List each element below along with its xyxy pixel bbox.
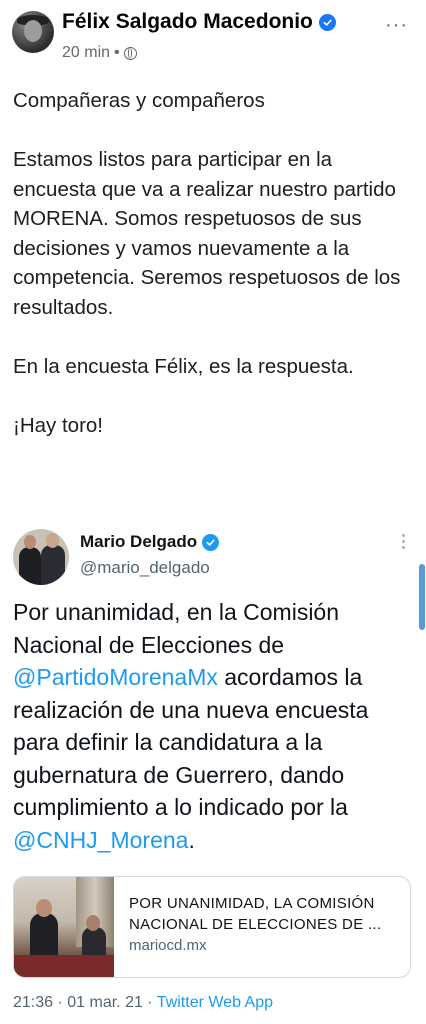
post-meta: 20 min •	[62, 44, 137, 62]
post-paragraph: ¡Hay toro!	[13, 413, 103, 437]
tweet-source-app[interactable]: Twitter Web App	[157, 994, 273, 1011]
post-body: Compañeras y compañeros Estamos listos p…	[13, 86, 417, 440]
embedded-tweet: Mario Delgado @mario_delgado Por unanimi…	[0, 520, 426, 1024]
tweet-author-name[interactable]: Mario Delgado	[80, 532, 197, 552]
card-title-line: POR UNANIMIDAD, LA COMISIÓN	[129, 895, 375, 912]
tweet-text: Por unanimidad, en la Comisión Nacional …	[13, 596, 418, 856]
post-time[interactable]: 20 min	[62, 44, 110, 62]
meta-separator: •	[114, 44, 120, 61]
tweet-author-row: Mario Delgado	[80, 532, 220, 552]
author-avatar[interactable]	[12, 11, 54, 53]
tweet-text-part: Por unanimidad, en la Comisión Nacional …	[13, 599, 340, 658]
more-options-icon[interactable]: ···	[385, 14, 408, 37]
author-name[interactable]: Félix Salgado Macedonio	[62, 10, 313, 34]
mention-link[interactable]: @PartidoMorenaMx	[13, 664, 218, 690]
mention-link[interactable]: @CNHJ_Morena	[13, 827, 188, 853]
tweet-more-icon[interactable]	[402, 534, 406, 552]
author-row: Félix Salgado Macedonio	[62, 10, 336, 34]
card-title: POR UNANIMIDAD, LA COMISIÓN NACIONAL DE …	[129, 893, 405, 935]
post-paragraph: En la encuesta Félix, es la respuesta.	[13, 354, 354, 378]
post-paragraph: Estamos listos para participar en la enc…	[13, 148, 401, 319]
card-body: POR UNANIMIDAD, LA COMISIÓN NACIONAL DE …	[129, 893, 405, 954]
scrollbar-thumb[interactable]	[419, 564, 425, 630]
footer-separator: ·	[142, 994, 157, 1011]
tweet-verified-icon	[202, 533, 220, 551]
verified-badge-icon	[318, 13, 336, 31]
globe-icon	[123, 46, 137, 60]
post-header: Félix Salgado Macedonio 20 min • ···	[0, 0, 426, 72]
tweet-author-avatar[interactable]	[13, 529, 69, 585]
card-domain: mariocd.mx	[129, 937, 207, 954]
tweet-author-handle[interactable]: @mario_delgado	[80, 558, 210, 578]
tweet-timestamp[interactable]: 21:36 · 01 mar. 21	[13, 994, 143, 1011]
card-thumbnail	[14, 877, 114, 977]
card-title-line: NACIONAL DE ELECCIONES DE ...	[129, 916, 382, 933]
post-paragraph: Compañeras y compañeros	[13, 89, 265, 112]
tweet-text-part: .	[188, 826, 195, 853]
link-preview-card[interactable]: POR UNANIMIDAD, LA COMISIÓN NACIONAL DE …	[13, 876, 411, 978]
tweet-footer: 21:36 · 01 mar. 21 · Twitter Web App	[13, 994, 273, 1012]
